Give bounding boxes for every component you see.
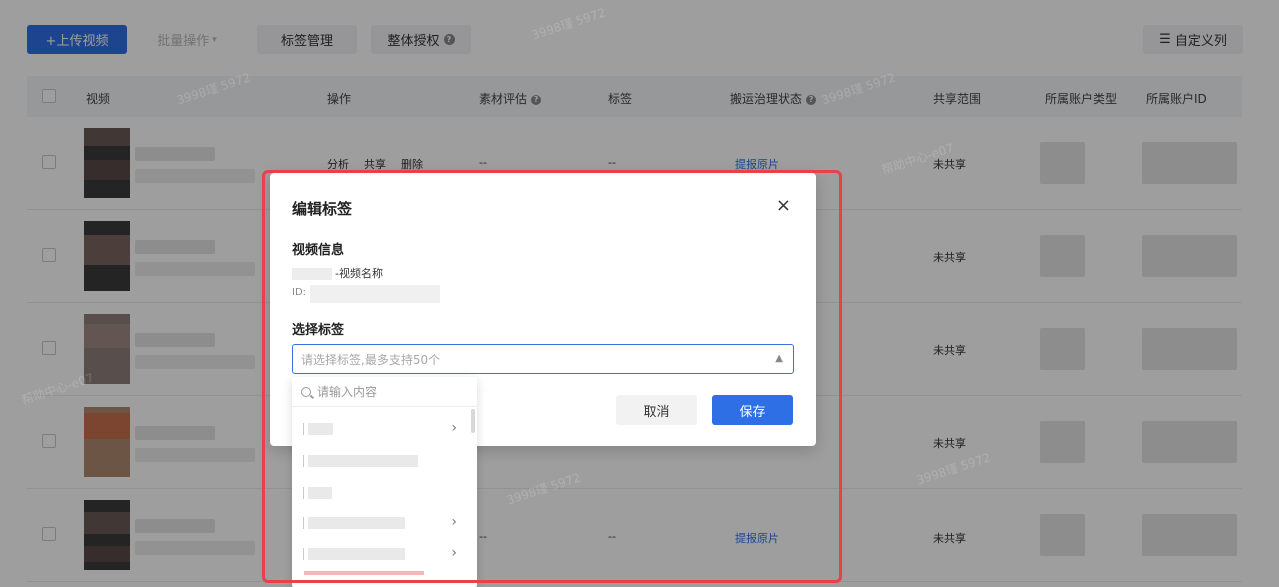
cancel-button[interactable]: 取消 [616,395,697,425]
list-item[interactable] [292,477,477,508]
tag-name [308,455,418,467]
tag-dropdown: 请输入内容 › › › [292,377,477,587]
select-tags-title: 选择标签 [292,323,345,338]
close-icon[interactable]: × [776,195,791,216]
chevron-right-icon: › [451,420,457,436]
tag-name [308,423,333,435]
modal-title: 编辑标签 [292,200,353,218]
video-id-value [310,285,440,303]
list-item[interactable]: › [292,507,477,538]
list-item[interactable]: › [292,413,477,444]
chevron-right-icon: › [451,514,457,530]
video-name-text: -视频名称 [335,267,383,280]
video-info-title: 视频信息 [292,243,345,258]
tag-name [308,548,405,560]
video-id-label: ID: [292,287,307,298]
tag-select[interactable]: 请选择标签,最多支持50个 ▲ [292,344,794,374]
tag-search-placeholder: 请输入内容 [317,385,378,399]
save-button[interactable]: 保存 [712,395,793,425]
chevron-right-icon: › [451,545,457,561]
tag-name [308,517,405,529]
video-name-prefix [292,268,332,280]
tag-select-placeholder: 请选择标签,最多支持50个 [301,352,441,367]
list-item[interactable] [292,445,477,476]
chevron-up-icon: ▲ [775,353,783,364]
tag-search-input[interactable]: 请输入内容 [292,377,477,407]
video-name: -视频名称 [292,265,383,281]
list-item[interactable]: › [292,538,477,569]
list-item[interactable] [292,569,477,587]
search-icon [301,386,311,397]
tag-name [308,487,332,499]
tag-name [304,571,424,575]
